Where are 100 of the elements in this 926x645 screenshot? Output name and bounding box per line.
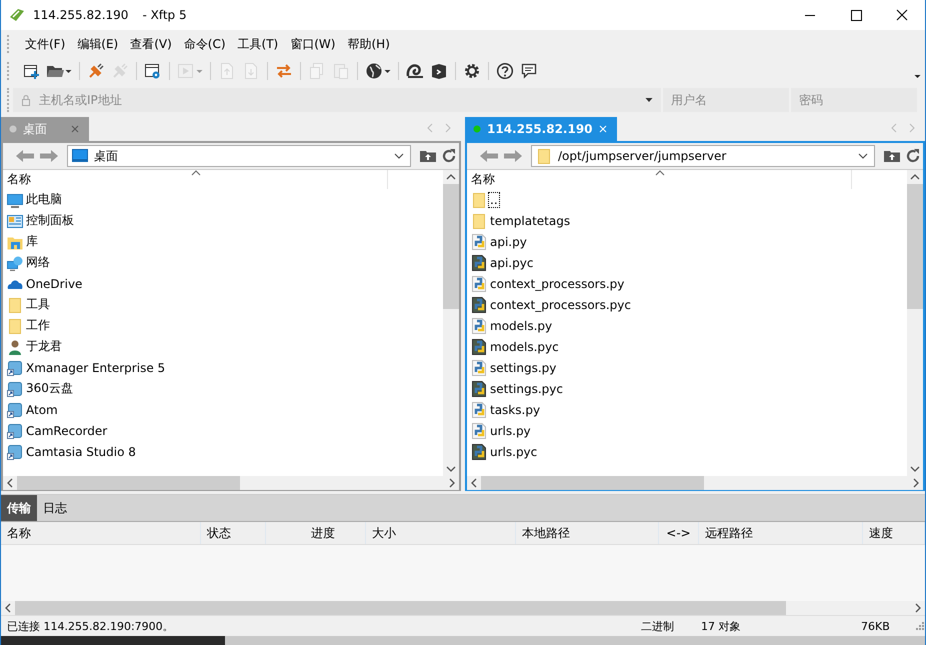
column-header[interactable]: 名称	[471, 171, 495, 188]
file-row[interactable]: context_processors.pyc	[467, 294, 907, 315]
username-field[interactable]: 用户名	[663, 88, 789, 112]
scrollbar-thumb[interactable]	[907, 184, 923, 310]
total-size: 76KB	[861, 620, 891, 632]
parent-folder-icon[interactable]	[883, 149, 901, 163]
scrollbar-thumb[interactable]	[17, 476, 240, 490]
column-header[interactable]: 进度	[266, 522, 366, 544]
file-row[interactable]: context_processors.py	[467, 273, 907, 294]
app-shortcut-icon	[7, 444, 23, 460]
sort-ascending-icon	[191, 170, 201, 176]
globe-icon[interactable]	[365, 62, 391, 80]
menu-item[interactable]: 命令(C)	[178, 36, 232, 52]
path-field[interactable]: 桌面	[67, 145, 411, 167]
column-header[interactable]: 大小	[366, 522, 516, 544]
dropdown-caret-icon[interactable]	[394, 153, 404, 159]
folder-icon	[7, 296, 23, 312]
file-row[interactable]: api.py	[467, 231, 907, 252]
tab-label: 桌面	[23, 120, 48, 138]
python-file-icon	[471, 338, 487, 354]
speech-bubble-icon[interactable]	[520, 62, 538, 80]
dropdown-caret-icon[interactable]	[858, 153, 868, 159]
session-tab[interactable]: 114.255.82.190	[465, 117, 617, 141]
python-file-icon	[471, 444, 487, 460]
file-row[interactable]: 此电脑	[3, 189, 443, 210]
app-shortcut-icon	[7, 422, 23, 438]
scrollbar-thumb[interactable]	[443, 184, 459, 310]
file-row[interactable]: Camtasia Studio 8	[3, 441, 443, 462]
folder-icon	[536, 148, 552, 164]
person-icon	[7, 338, 23, 354]
column-header[interactable]: 状态	[201, 522, 266, 544]
sort-ascending-icon	[655, 170, 665, 176]
file-row[interactable]: 工具	[3, 294, 443, 315]
refresh-icon[interactable]	[905, 148, 921, 164]
file-row[interactable]: ..	[467, 189, 907, 210]
menu-item[interactable]: 帮助(H)	[341, 36, 396, 52]
file-row[interactable]: 于龙君	[3, 336, 443, 357]
file-row[interactable]: tasks.py	[467, 399, 907, 420]
file-row[interactable]: api.pyc	[467, 252, 907, 273]
transfer-mode: 二进制	[641, 618, 675, 634]
python-file-icon	[471, 360, 487, 376]
settings-icon[interactable]	[463, 62, 481, 80]
app-shortcut-icon	[7, 360, 23, 376]
column-header[interactable]: 名称	[1, 522, 201, 544]
file-row[interactable]: CamRecorder	[3, 420, 443, 441]
status-message: 已连接 114.255.82.190:7900。	[7, 618, 175, 634]
panel-tab[interactable]: 传输	[1, 495, 37, 521]
column-header[interactable]: 本地路径	[516, 522, 659, 544]
snail-icon[interactable]	[406, 62, 424, 80]
parent-folder-icon[interactable]	[419, 149, 437, 163]
file-row[interactable]: templatetags	[467, 210, 907, 231]
column-header[interactable]: 名称	[7, 171, 31, 188]
file-row[interactable]: 库	[3, 231, 443, 252]
menu-item[interactable]: 窗口(W)	[284, 36, 342, 52]
scrollbar-thumb[interactable]	[15, 601, 786, 615]
column-header[interactable]: 远程路径	[699, 522, 863, 544]
file-row[interactable]: urls.py	[467, 420, 907, 441]
file-row[interactable]: Xmanager Enterprise 5	[3, 357, 443, 378]
host-field[interactable]: 主机名或IP地址	[13, 88, 661, 112]
python-file-icon	[471, 254, 487, 270]
file-row[interactable]: OneDrive	[3, 273, 443, 294]
file-row[interactable]: models.pyc	[467, 336, 907, 357]
scrollbar-thumb[interactable]	[481, 476, 704, 490]
swap-arrows-icon[interactable]	[275, 62, 293, 80]
status-dot-icon	[9, 125, 17, 133]
python-file-icon	[471, 380, 487, 396]
network-icon	[7, 254, 23, 270]
lock-icon	[21, 94, 31, 106]
file-row[interactable]: models.py	[467, 315, 907, 336]
app-shortcut-icon	[7, 402, 23, 418]
column-header[interactable]: <->	[659, 522, 699, 544]
help-icon[interactable]	[496, 62, 514, 80]
menu-item[interactable]: 文件(F)	[19, 36, 72, 52]
window-title: 114.255.82.190	[33, 8, 128, 22]
menu-item[interactable]: 编辑(E)	[71, 36, 124, 52]
file-row[interactable]: 控制面板	[3, 210, 443, 231]
app-logo-icon	[9, 8, 25, 22]
file-row[interactable]: 360云盘	[3, 378, 443, 399]
plug-icon[interactable]	[87, 62, 105, 80]
password-field[interactable]: 密码	[791, 88, 917, 112]
control-panel-icon	[7, 212, 23, 228]
new-window-icon[interactable]	[22, 62, 40, 80]
menu-item[interactable]: 查看(V)	[124, 36, 178, 52]
file-row[interactable]: settings.pyc	[467, 378, 907, 399]
dropdown-caret-icon[interactable]	[645, 97, 653, 103]
file-row[interactable]: 网络	[3, 252, 443, 273]
python-file-icon	[471, 422, 487, 438]
file-row[interactable]: urls.pyc	[467, 441, 907, 462]
path-field[interactable]: /opt/jumpserver/jumpserver	[531, 145, 875, 167]
python-file-icon	[471, 402, 487, 418]
python-file-icon	[471, 234, 487, 250]
menu-item[interactable]: 工具(T)	[232, 36, 284, 52]
file-row[interactable]: settings.py	[467, 357, 907, 378]
object-count: 17 对象	[701, 618, 742, 634]
refresh-icon[interactable]	[441, 148, 457, 164]
folder-icon	[471, 192, 487, 208]
column-header[interactable]: 速度	[863, 522, 925, 544]
panel-tab[interactable]: 日志	[37, 495, 73, 521]
file-row[interactable]: 工作	[3, 315, 443, 336]
file-row[interactable]: Atom	[3, 399, 443, 420]
